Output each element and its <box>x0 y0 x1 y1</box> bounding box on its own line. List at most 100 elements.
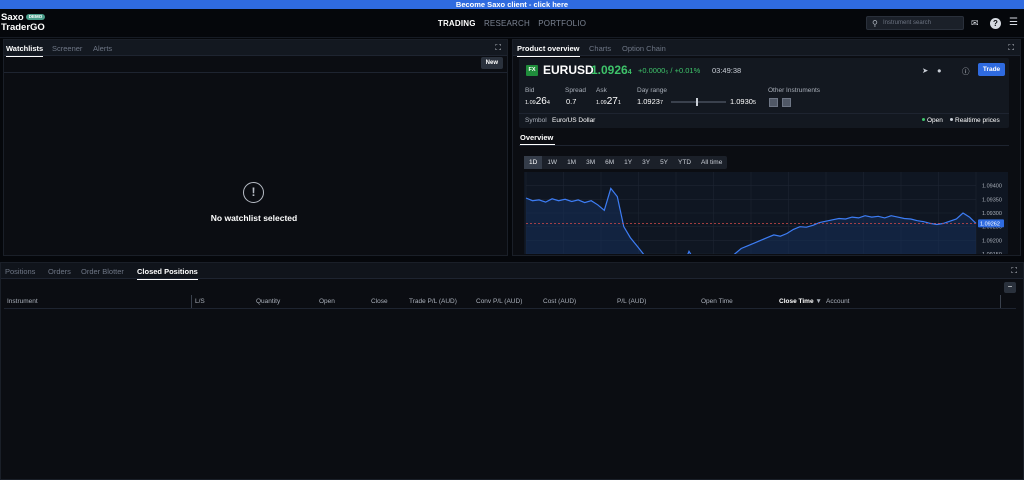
range-1m[interactable]: 1M <box>562 156 581 169</box>
instrument-symbol: EURUSD <box>543 63 594 77</box>
watchlists-panel: Watchlists Screener Alerts ⛶ New ! No wa… <box>3 39 508 256</box>
col-open-time[interactable]: Open Time <box>701 298 733 305</box>
warning-icon: ! <box>243 182 264 203</box>
positions-panel: Positions Orders Order Blotter Closed Po… <box>0 262 1024 480</box>
tab-product-overview[interactable]: Product overview <box>517 44 580 57</box>
ask-label: Ask <box>596 87 607 94</box>
expand-icon[interactable]: ⛶ <box>495 43 501 53</box>
range-3m[interactable]: 3M <box>581 156 600 169</box>
range-3y[interactable]: 3Y <box>637 156 655 169</box>
price-tail: 4 <box>627 69 632 76</box>
status-dot <box>950 118 953 121</box>
tab-charts[interactable]: Charts <box>589 44 611 53</box>
y-tick-label: 1.09150 <box>982 252 1002 254</box>
status-realtime: Realtime prices <box>955 117 1000 124</box>
col-cost[interactable]: Cost (AUD) <box>543 298 576 305</box>
tab-overview[interactable]: Overview <box>520 133 553 142</box>
promo-banner[interactable]: Become Saxo client - click here <box>0 0 1024 9</box>
nav-research[interactable]: RESEARCH <box>484 19 530 28</box>
range-ytd[interactable]: YTD <box>673 156 696 169</box>
tab-option-chain[interactable]: Option Chain <box>622 44 666 53</box>
status-open: Open <box>927 117 943 124</box>
tab-positions[interactable]: Positions <box>5 267 35 276</box>
instrument-search-input[interactable]: ⚲ Instrument search <box>866 16 964 30</box>
sort-desc-icon: ▼ <box>815 298 822 305</box>
bell-icon[interactable]: ● <box>937 66 942 75</box>
y-tick-label: 1.09200 <box>982 238 1002 244</box>
current-price-label: 1.09262 <box>980 221 1000 227</box>
col-ls[interactable]: L/S <box>195 298 205 305</box>
help-icon[interactable]: ? <box>990 18 1001 29</box>
symbol-label: Symbol <box>525 117 547 124</box>
price-main: 1.0926 <box>591 63 628 77</box>
col-trade-pl[interactable]: Trade P/L (AUD) <box>409 298 457 305</box>
price-time: 03:49:38 <box>712 66 742 75</box>
range-low: 1.0923 <box>637 97 660 106</box>
tab-alerts[interactable]: Alerts <box>93 44 112 53</box>
spread-value: 0.7 <box>566 97 577 106</box>
tab-closed-positions[interactable]: Closed Positions <box>137 267 198 280</box>
top-bar: Saxo DEMO TraderGO TRADING RESEARCH PORTF… <box>0 9 1024 38</box>
other-instruments-label: Other Instruments <box>768 87 821 94</box>
nav-trading[interactable]: TRADING <box>438 19 476 28</box>
product-card: FX EURUSD 1.09264 +0.0000₅ / +0.01% 03:4… <box>519 58 1009 128</box>
bid-value[interactable]: 1.09264 <box>525 96 550 107</box>
range-1y[interactable]: 1Y <box>619 156 637 169</box>
market-status: Open <box>922 117 943 124</box>
collapse-button[interactable]: − <box>1004 282 1016 293</box>
range-high-tail: 5 <box>752 100 757 106</box>
day-range-marker <box>695 98 698 106</box>
y-tick-label: 1.09350 <box>982 197 1002 203</box>
range-1w[interactable]: 1W <box>542 156 562 169</box>
symbol-description: Euro/US Dollar <box>552 117 596 124</box>
asset-class-badge: FX <box>526 65 538 76</box>
ask-big: 27 <box>606 96 618 107</box>
ask-value[interactable]: 1.09271 <box>596 96 621 107</box>
col-close[interactable]: Close <box>371 298 388 305</box>
menu-icon[interactable]: ☰ <box>1009 18 1018 28</box>
price-change: +0.0000₅ / +0.01% <box>638 66 701 75</box>
product-header: Product overview Charts Option Chain ⛶ <box>513 40 1020 57</box>
divider <box>4 72 507 73</box>
instrument-chart-icon[interactable] <box>769 98 778 107</box>
expand-icon[interactable]: ⛶ <box>1008 43 1014 53</box>
bid-tail: 4 <box>546 100 550 106</box>
tab-screener[interactable]: Screener <box>52 44 82 53</box>
bid-label: Bid <box>525 87 535 94</box>
nav-portfolio[interactable]: PORTFOLIO <box>538 19 586 28</box>
info-icon[interactable]: ⓘ <box>962 66 970 77</box>
bid-prefix: 1.09 <box>525 100 536 106</box>
column-divider <box>1000 295 1001 308</box>
range-1d[interactable]: 1D <box>524 156 543 169</box>
day-range-bar <box>671 98 726 106</box>
ask-prefix: 1.09 <box>596 100 607 106</box>
instrument-chart-icon[interactable] <box>782 98 791 107</box>
expand-icon[interactable]: ⛶ <box>1011 266 1017 276</box>
col-pl[interactable]: P/L (AUD) <box>617 298 646 305</box>
price-chart[interactable]: 1.094001.093501.093001.092501.092001.091… <box>524 172 1008 254</box>
col-instrument[interactable]: Instrument <box>7 298 38 305</box>
col-open[interactable]: Open <box>319 298 335 305</box>
new-watchlist-button[interactable]: New <box>480 57 503 69</box>
day-range-label: Day range <box>637 87 667 94</box>
range-all-time[interactable]: All time <box>696 156 727 169</box>
y-tick-label: 1.09300 <box>982 211 1002 217</box>
share-icon[interactable]: ➤ <box>922 66 928 75</box>
col-quantity[interactable]: Quantity <box>256 298 280 305</box>
tab-watchlists[interactable]: Watchlists <box>6 44 44 57</box>
col-account[interactable]: Account <box>826 298 850 305</box>
trade-button[interactable]: Trade <box>978 63 1005 76</box>
range-6m[interactable]: 6M <box>600 156 619 169</box>
tab-orders[interactable]: Orders <box>48 267 71 276</box>
range-high: 1.0930 <box>730 97 753 106</box>
col-close-time[interactable]: Close Time ▼ <box>779 298 822 305</box>
search-icon: ⚲ <box>872 19 878 28</box>
mail-icon[interactable]: ✉ <box>971 18 979 28</box>
tab-order-blotter[interactable]: Order Blotter <box>81 267 124 276</box>
time-range-selector: 1D 1W 1M 3M 6M 1Y 3Y 5Y YTD All time <box>524 156 728 169</box>
range-5y[interactable]: 5Y <box>655 156 673 169</box>
column-divider <box>191 295 192 308</box>
col-conv-pl[interactable]: Conv P/L (AUD) <box>476 298 522 305</box>
y-tick-label: 1.09400 <box>982 184 1002 190</box>
last-price: 1.09264 <box>591 63 632 77</box>
